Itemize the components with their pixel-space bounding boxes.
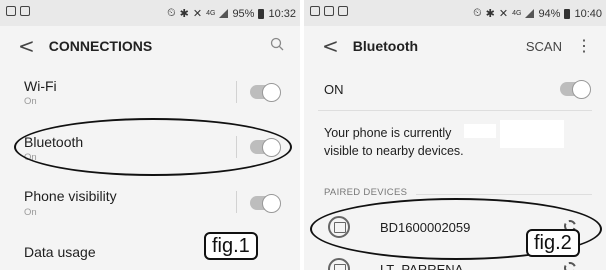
wifi-toggle[interactable]: [250, 83, 281, 102]
back-arrow-icon[interactable]: <: [18, 34, 35, 58]
battery-icon: [258, 8, 265, 19]
back-arrow-icon[interactable]: <: [322, 34, 339, 58]
phone-visibility-status: On: [24, 207, 37, 218]
image-icon: [324, 6, 334, 16]
network-type: 4G: [512, 10, 522, 17]
battery-percent: 95%: [232, 7, 255, 20]
on-label: ON: [324, 82, 344, 97]
divider: [236, 191, 237, 213]
status-bar: ⏲ ✱ ✕ 4G 94% 10:40: [304, 0, 606, 26]
clock: 10:32: [268, 7, 296, 20]
clock: 10:40: [574, 7, 602, 20]
device-icon: [328, 258, 350, 270]
signal-icon: [525, 9, 535, 18]
bluetooth-status-icon: ✱: [485, 8, 495, 20]
data-usage-label: Data usage: [24, 244, 96, 260]
visibility-text-line-1: Your phone is currently: [324, 126, 452, 140]
mute-icon: ✕: [192, 8, 203, 20]
scan-button[interactable]: SCAN: [526, 39, 562, 54]
image-icon: [6, 6, 16, 16]
network-type: 4G: [206, 10, 216, 17]
visibility-text-line-2: visible to nearby devices.: [324, 144, 464, 158]
list-item-phone-visibility[interactable]: Phone visibility On: [0, 178, 300, 230]
divider: [236, 81, 237, 103]
bluetooth-toggle[interactable]: [560, 80, 591, 99]
bluetooth-master-switch[interactable]: ON: [304, 70, 606, 110]
battery-percent: 94%: [538, 7, 561, 20]
image-icon: [310, 6, 320, 16]
page-title: Bluetooth: [352, 38, 419, 54]
device-name: LT_PARRENA: [380, 262, 464, 270]
divider: [416, 194, 592, 195]
divider: [318, 110, 592, 111]
status-bar: ⏲ ✱ ✕ 4G 95% 10:32: [0, 0, 300, 26]
list-item-wifi[interactable]: Wi-Fi On: [0, 68, 300, 120]
more-options-icon[interactable]: ⋮: [576, 36, 592, 56]
screenshot-bluetooth: ⏲ ✱ ✕ 4G 94% 10:40 < Bluetooth SCAN ⋮ ON…: [304, 0, 606, 270]
redaction-box: [464, 124, 496, 138]
search-icon[interactable]: [270, 37, 284, 51]
highlight-oval: [14, 118, 292, 176]
phone-visibility-label: Phone visibility: [24, 188, 117, 204]
section-title: PAIRED DEVICES: [324, 187, 408, 198]
battery-icon: [564, 8, 571, 19]
phone-visibility-toggle[interactable]: [250, 194, 281, 213]
screenshot-connections: ⏲ ✱ ✕ 4G 95% 10:32 < CONNECTIONS Wi-Fi O…: [0, 0, 300, 270]
sim-icon: [338, 6, 348, 16]
alarm-icon: ⏲: [167, 7, 176, 19]
wifi-status: On: [24, 96, 37, 107]
page-title: CONNECTIONS: [48, 38, 153, 54]
wifi-label: Wi-Fi: [24, 78, 57, 94]
alarm-icon: ⏲: [473, 7, 482, 19]
redaction-box: [500, 120, 564, 148]
app-header: < Bluetooth SCAN ⋮: [304, 26, 606, 66]
bluetooth-status-icon: ✱: [179, 8, 189, 20]
figure-label: fig.1: [204, 232, 258, 260]
figure-label: fig.2: [526, 229, 580, 257]
mute-icon: ✕: [498, 8, 509, 20]
gear-icon[interactable]: [564, 262, 576, 270]
app-header: < CONNECTIONS: [0, 26, 300, 66]
signal-icon: [219, 9, 229, 18]
sim-icon: [20, 6, 30, 16]
